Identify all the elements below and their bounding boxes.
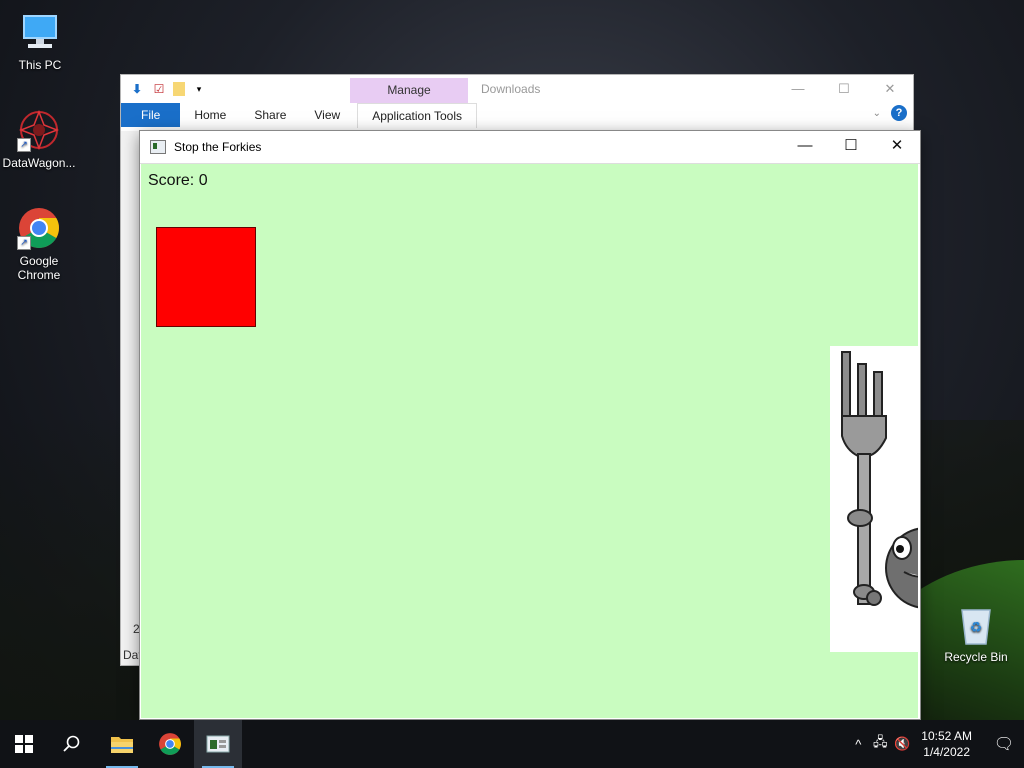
close-button[interactable]: ✕ [874,131,920,163]
tab-manage[interactable]: Manage [350,78,468,103]
desktop-icon-label: DataWagon... [2,156,76,170]
window-title: Downloads [481,82,541,96]
score-label: Score: 0 [148,172,208,189]
desktop-icon-label: Google Chrome [17,254,61,282]
explorer-titlebar[interactable]: ⬇ ☑ ▾ Manage Downloads — ☐ ✕ [121,75,913,103]
desktop-icon-datawagon[interactable]: ↗ DataWagon... [0,108,79,170]
maximize-button[interactable]: ☐ [828,131,874,163]
game-window[interactable]: Stop the Forkies — ☐ ✕ Score: 0 [140,131,920,719]
monitor-icon [18,10,62,54]
datawagon-icon: ↗ [17,108,61,152]
clock-time: 10:52 AM [921,729,972,743]
help-icon[interactable]: ? [891,105,907,121]
desktop-icon-label: Recycle Bin [944,650,1008,664]
taskbar: ^ 🖧 🔇 10:52 AM 1/4/2022 🗨 [0,720,1024,768]
properties-icon[interactable]: ☑ [151,81,167,97]
desktop-icon-chrome[interactable]: ↗ Google Chrome [0,206,79,282]
chrome-icon: ↗ [17,206,61,250]
shortcut-arrow-icon: ↗ [17,138,31,152]
desktop-icon-label: This PC [18,58,62,72]
expand-ribbon-icon[interactable]: ⌄ [873,108,881,119]
game-titlebar[interactable]: Stop the Forkies — ☐ ✕ [140,131,920,164]
folder-icon [111,737,133,753]
game-app-icon [206,735,230,753]
chrome-icon [159,733,181,755]
clock-date: 1/4/2022 [923,745,970,759]
app-window-icon [150,140,166,154]
clock[interactable]: 10:52 AM 1/4/2022 [913,728,984,760]
download-arrow-icon[interactable]: ⬇ [129,81,145,97]
taskbar-chrome[interactable] [146,720,194,768]
svg-text:♻: ♻ [970,620,983,636]
ribbon-tabs: File Home Share View Application Tools ⌄… [121,102,913,128]
explorer-status-fragment: 2 [133,622,140,636]
explorer-status-fragment: Dat [123,648,142,662]
explorer-nav-pane [121,131,139,665]
tab-home[interactable]: Home [180,103,240,127]
window-title: Stop the Forkies [174,140,262,154]
taskbar-game-app[interactable] [194,720,242,768]
player-square[interactable] [156,227,256,327]
new-folder-icon[interactable] [173,82,185,96]
recycle-bin-icon: ♻ [954,602,998,646]
tab-view[interactable]: View [300,103,354,127]
start-button[interactable] [0,720,48,768]
close-button[interactable]: ✕ [867,75,913,103]
taskbar-file-explorer[interactable] [98,720,146,768]
notification-center-icon[interactable]: 🗨 [984,734,1024,754]
volume-muted-icon[interactable]: 🔇 [891,736,913,752]
desktop-icon-this-pc[interactable]: This PC [0,10,80,72]
minimize-button[interactable]: — [782,131,828,163]
system-tray: ^ 🖧 🔇 10:52 AM 1/4/2022 🗨 [847,720,1024,768]
forky-sprite [830,346,918,652]
search-icon [63,735,80,752]
minimize-button[interactable]: — [775,75,821,103]
tab-file[interactable]: File [121,103,181,127]
maximize-button[interactable]: ☐ [821,75,867,103]
search-button[interactable] [48,720,96,768]
windows-logo-icon [15,735,33,753]
quick-access-toolbar: ⬇ ☑ ▾ [121,81,207,97]
desktop-icon-recycle-bin[interactable]: ♻ Recycle Bin [936,602,1016,664]
game-canvas[interactable]: Score: 0 [141,164,918,718]
shortcut-arrow-icon: ↗ [17,236,31,250]
tab-share[interactable]: Share [240,103,300,127]
tab-application-tools[interactable]: Application Tools [357,102,478,128]
show-hidden-icons-chevron-icon[interactable]: ^ [847,737,869,752]
network-icon[interactable]: 🖧 [869,733,891,755]
customize-dropdown-icon[interactable]: ▾ [191,81,207,97]
